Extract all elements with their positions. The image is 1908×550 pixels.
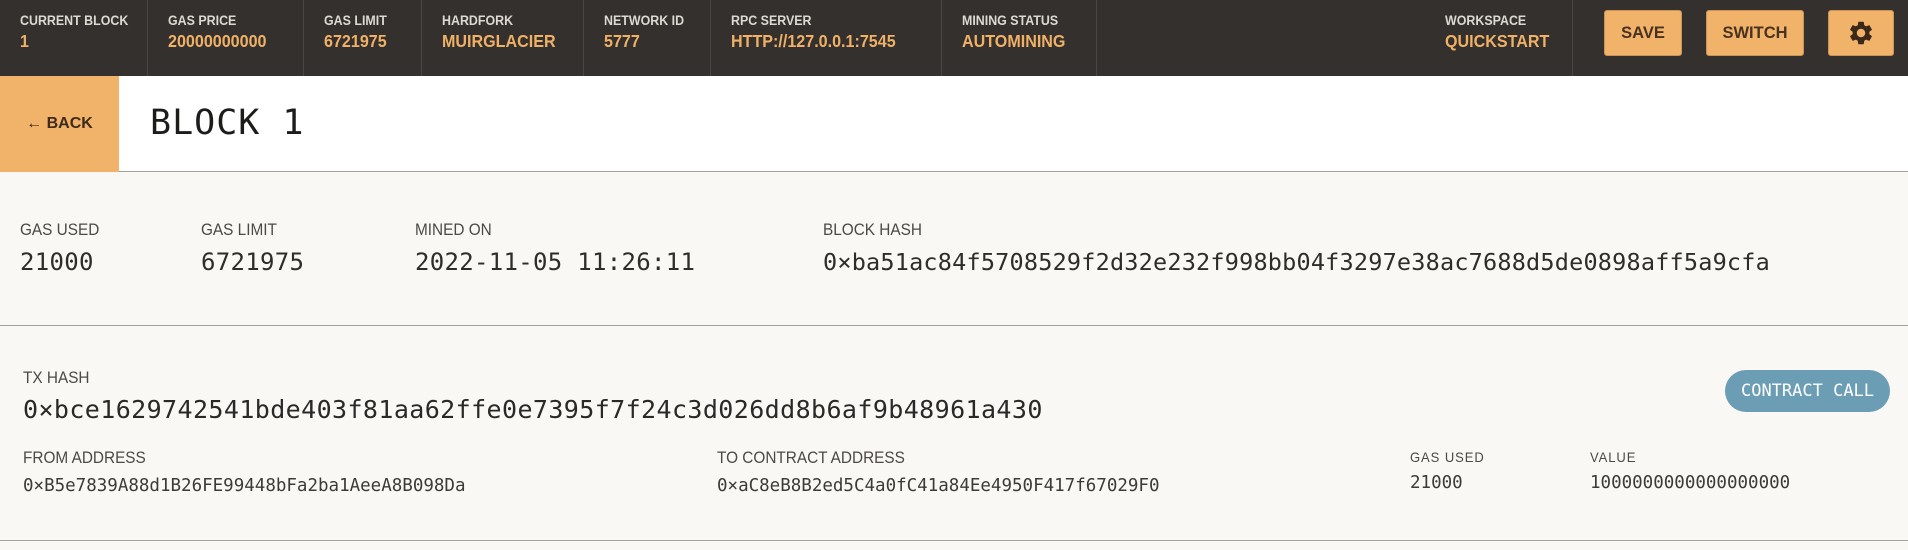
block-hash: BLOCK HASH 0×ba51ac84f5708529f2d32e232f9… bbox=[823, 221, 1770, 276]
stat-value: AUTOMINING bbox=[962, 31, 1066, 51]
stat-workspace: WORKSPACE QUICKSTART bbox=[1425, 0, 1573, 76]
settings-button[interactable] bbox=[1828, 10, 1894, 56]
field-label: BLOCK HASH bbox=[823, 221, 922, 239]
stat-label: WORKSPACE bbox=[1445, 13, 1527, 28]
tx-hash-label: TX HASH bbox=[23, 369, 90, 387]
block-mined-on: MINED ON 2022-11-05 11:26:11 bbox=[415, 221, 695, 276]
stat-label: RPC SERVER bbox=[731, 13, 812, 28]
stat-label: HARDFORK bbox=[442, 13, 514, 28]
page-header: ← BACK BLOCK 1 bbox=[0, 76, 1908, 172]
tx-value: VALUE 1000000000000000000 bbox=[1590, 449, 1790, 493]
stat-label: MINING STATUS bbox=[962, 13, 1059, 28]
page-title: BLOCK 1 bbox=[150, 103, 305, 143]
field-label: GAS LIMIT bbox=[201, 221, 277, 239]
field-value: 1000000000000000000 bbox=[1590, 473, 1791, 493]
stat-value: 20000000000 bbox=[168, 31, 267, 51]
field-value: 2022-11-05 11:26:11 bbox=[415, 248, 696, 276]
tx-gas-used: GAS USED 21000 bbox=[1410, 449, 1490, 493]
tx-hash-value: 0×bce1629742541bde403f81aa62ffe0e7395f7f… bbox=[23, 395, 1043, 424]
block-gas-limit: GAS LIMIT 6721975 bbox=[201, 221, 304, 276]
block-details: GAS USED 21000 GAS LIMIT 6721975 MINED O… bbox=[0, 173, 1908, 326]
field-label: VALUE bbox=[1590, 449, 1637, 465]
stat-gas-limit: GAS LIMIT 6721975 bbox=[304, 0, 422, 76]
switch-button[interactable]: SWITCH bbox=[1706, 10, 1804, 56]
stat-label: NETWORK ID bbox=[604, 13, 685, 28]
stat-gas-price: GAS PRICE 20000000000 bbox=[148, 0, 304, 76]
stat-value: QUICKSTART bbox=[1445, 31, 1550, 51]
field-value: 21000 bbox=[1410, 473, 1463, 493]
field-label: FROM ADDRESS bbox=[23, 449, 146, 467]
field-label: GAS USED bbox=[20, 221, 100, 239]
field-label: GAS USED bbox=[1410, 449, 1485, 465]
save-button[interactable]: SAVE bbox=[1604, 10, 1682, 56]
field-label: MINED ON bbox=[415, 221, 492, 239]
stat-current-block: CURRENT BLOCK 1 bbox=[0, 0, 148, 76]
stat-value: 6721975 bbox=[324, 31, 387, 51]
stat-label: CURRENT BLOCK bbox=[20, 13, 129, 28]
block-gas-used: GAS USED 21000 bbox=[20, 221, 105, 276]
stat-label: GAS PRICE bbox=[168, 13, 237, 28]
field-label: TO CONTRACT ADDRESS bbox=[717, 449, 905, 467]
stat-value: HTTP://127.0.0.1:7545 bbox=[731, 31, 896, 51]
field-value: 0×aC8eB8B2ed5C4a0fC41a84Ee4950F417f67029… bbox=[717, 476, 1160, 496]
stat-value: 5777 bbox=[604, 31, 640, 51]
field-value: 0×B5e7839A88d1B26FE99448bFa2ba1AeeA8B098… bbox=[23, 476, 466, 496]
status-bar: CURRENT BLOCK 1 GAS PRICE 20000000000 GA… bbox=[0, 0, 1908, 76]
stat-value: MUIRGLACIER bbox=[442, 31, 556, 51]
tx-type-badge: CONTRACT CALL bbox=[1725, 370, 1890, 412]
field-value: 6721975 bbox=[201, 248, 305, 276]
stat-network-id: NETWORK ID 5777 bbox=[584, 0, 711, 76]
back-button[interactable]: ← BACK bbox=[0, 76, 119, 172]
tx-from-address: FROM ADDRESS 0×B5e7839A88d1B26FE99448bFa… bbox=[23, 449, 466, 496]
stat-value: 1 bbox=[20, 31, 29, 51]
stat-rpc-server: RPC SERVER HTTP://127.0.0.1:7545 bbox=[711, 0, 942, 76]
stat-label: GAS LIMIT bbox=[324, 13, 387, 28]
field-value: 0×ba51ac84f5708529f2d32e232f998bb04f3297… bbox=[823, 248, 1770, 276]
field-value: 21000 bbox=[20, 248, 94, 276]
tx-to-contract-address: TO CONTRACT ADDRESS 0×aC8eB8B2ed5C4a0fC4… bbox=[717, 449, 1160, 496]
gear-icon bbox=[1850, 21, 1872, 45]
stat-mining-status: MINING STATUS AUTOMINING bbox=[942, 0, 1097, 76]
transaction-row[interactable]: TX HASH 0×bce1629742541bde403f81aa62ffe0… bbox=[0, 327, 1908, 541]
stat-hardfork: HARDFORK MUIRGLACIER bbox=[422, 0, 584, 76]
